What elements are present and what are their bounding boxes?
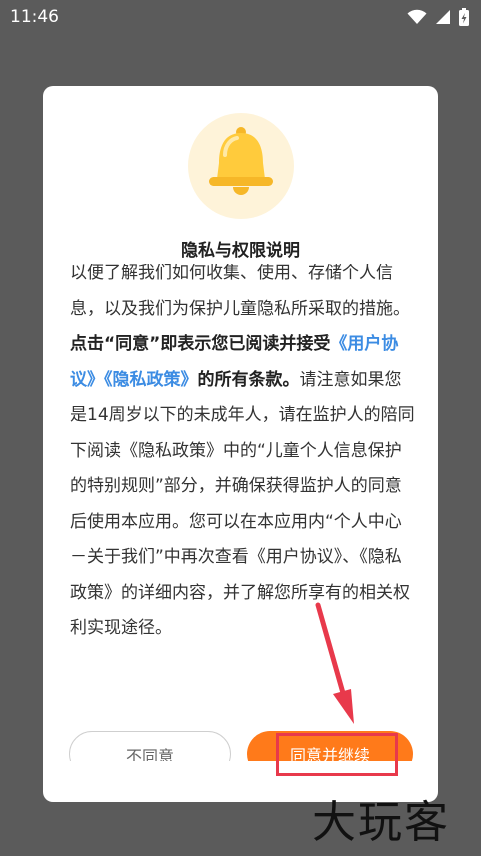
dialog-body: 以便了解我们如何收集、使用、存储个人信息，以及我们为保护儿童隐私所采取的措施。点… [70,264,415,711]
watermark-logo: 大玩客 [312,797,450,848]
status-bar: 11:46 [0,0,481,34]
privacy-policy-link[interactable]: 《隐私政策》 [104,370,198,390]
body-consent-end: 的所有条款。 [197,369,300,390]
dialog-title: 隐私与权限说明 [181,241,300,261]
wifi-icon [407,9,427,24]
body-consent-statement: 点击“同意”即表示您已阅读并接受 [70,334,331,354]
annotation-highlight-box [276,733,398,776]
privacy-dialog: 隐私与权限说明 以便了解我们如何收集、使用、存储个人信息，以及我们为保护儿童隐私… [43,86,438,802]
status-time: 11:46 [10,7,59,27]
bell-icon [209,127,273,195]
signal-icon [436,10,450,24]
dialog-body-text: 以便了解我们如何收集、使用、存储个人信息，以及我们为保护儿童隐私所采取的措施。点… [70,264,415,647]
bell-badge [188,113,294,219]
scroll-fade [70,683,415,711]
body-intro: 以便了解我们如何收集、使用、存储个人信息，以及我们为保护儿童隐私所采取的措施。 [70,264,410,319]
body-minor-notice: 请注意如果您是14周岁以下的未成年人，请在监护人的陪同下阅读《隐私政策》中的“儿… [70,369,415,639]
status-icons [407,8,469,26]
disagree-button[interactable]: 不同意 [69,731,231,761]
battery-charging-icon [459,8,469,26]
